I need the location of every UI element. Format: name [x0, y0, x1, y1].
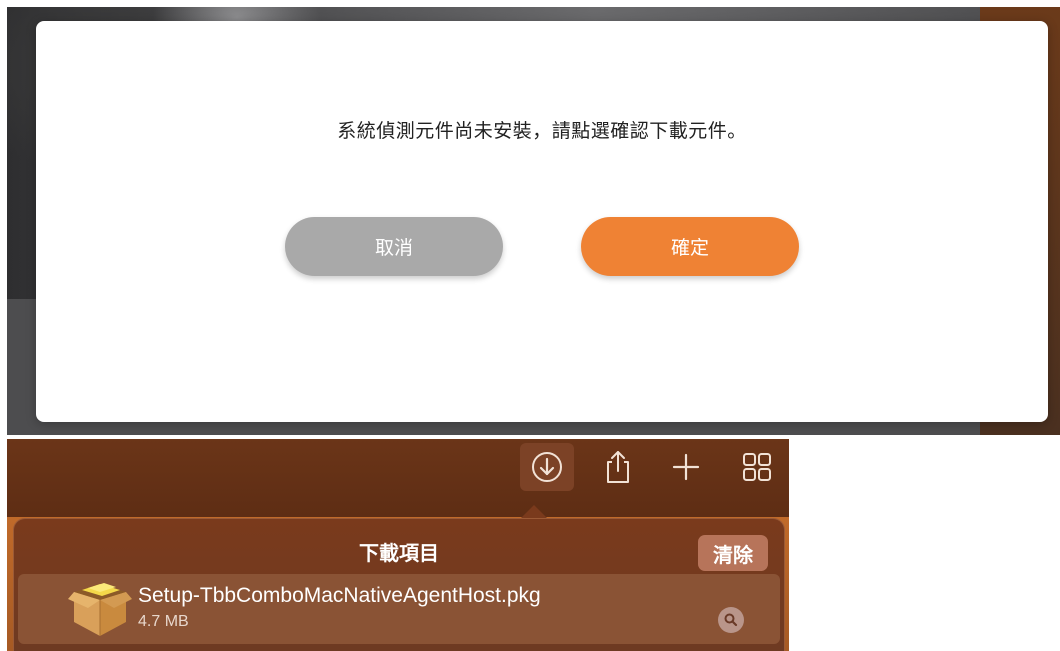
- clear-downloads-button[interactable]: 清除: [698, 535, 768, 571]
- plus-icon[interactable]: [659, 443, 713, 491]
- browser-toolbar: [7, 439, 789, 517]
- download-item[interactable]: Setup-TbbComboMacNativeAgentHost.pkg 4.7…: [18, 574, 780, 644]
- dialog-message: 系統偵測元件尚未安裝，請點選確認下載元件。: [337, 120, 747, 142]
- package-icon: [68, 582, 132, 640]
- downloads-title: 下載項目: [359, 541, 439, 565]
- download-filename: Setup-TbbComboMacNativeAgentHost.pkg: [138, 584, 541, 607]
- tab-overview-icon[interactable]: [730, 443, 784, 491]
- downloads-popover: 下載項目 清除 Setup-TbbComboMacNativeAgentHost…: [13, 518, 785, 651]
- magnifier-icon[interactable]: [718, 607, 744, 633]
- install-component-dialog: 系統偵測元件尚未安裝，請點選確認下載元件。 取消 確定: [36, 21, 1048, 422]
- browser-downloads-area: 下載項目 清除 Setup-TbbComboMacNativeAgentHost…: [7, 439, 789, 651]
- confirm-button[interactable]: 確定: [581, 217, 799, 276]
- cancel-button[interactable]: 取消: [285, 217, 503, 276]
- webpage-backdrop: 系統偵測元件尚未安裝，請點選確認下載元件。 取消 確定: [7, 7, 1060, 435]
- share-icon[interactable]: [591, 443, 645, 491]
- download-icon[interactable]: [520, 443, 574, 491]
- popover-arrow: [520, 505, 548, 519]
- download-size: 4.7 MB: [138, 613, 189, 630]
